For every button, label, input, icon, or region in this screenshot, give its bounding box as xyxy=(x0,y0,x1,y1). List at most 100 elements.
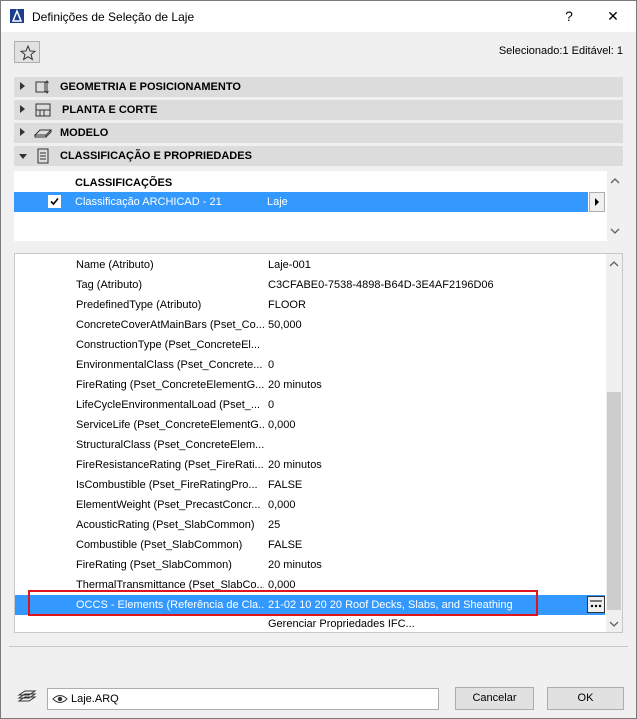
property-value[interactable]: 0 xyxy=(268,359,274,371)
scroll-thumb[interactable] xyxy=(607,392,621,610)
property-value[interactable]: FLOOR xyxy=(268,299,306,311)
selection-info: Selecionado:1 Editável: 1 xyxy=(498,45,623,57)
floor-plan-icon xyxy=(35,103,51,117)
properties-panel: Name (Atributo) Laje-001 Tag (Atributo) C3C… xyxy=(14,253,623,633)
layer-select[interactable]: Laje.ARQ xyxy=(47,688,439,710)
property-row[interactable]: EnvironmentalClass (Pset_Concrete... 0 xyxy=(15,355,605,375)
archicad-app-icon xyxy=(10,9,24,23)
property-value[interactable]: FALSE xyxy=(268,539,302,551)
title-bar: Definições de Seleção de Laje ? ✕ xyxy=(1,1,636,32)
footer-divider xyxy=(9,646,628,647)
property-name: Name (Atributo) xyxy=(76,259,154,271)
manage-properties-row[interactable]: Gerenciar Propriedades IFC... xyxy=(15,614,622,634)
property-name: FireRating (Pset_ConcreteElementG... xyxy=(76,379,264,391)
property-name: StructuralClass (Pset_ConcreteElem... xyxy=(76,439,264,451)
close-button[interactable]: ✕ xyxy=(602,5,624,27)
more-options-button[interactable] xyxy=(587,596,605,613)
property-name: ConcreteCoverAtMainBars (Pset_Co... xyxy=(76,319,264,331)
property-value[interactable]: C3CFABE0-7538-4898-B64D-3E4AF2196D06 xyxy=(268,279,494,291)
property-row[interactable]: ConcreteCoverAtMainBars (Pset_Co... 50,00… xyxy=(15,315,605,335)
ok-button[interactable]: OK xyxy=(547,687,624,710)
document-icon xyxy=(37,148,49,164)
property-row[interactable]: FireRating (Pset_SlabCommon) 20 minutos xyxy=(15,555,605,575)
scroll-up-icon xyxy=(609,261,619,267)
property-name: Combustible (Pset_SlabCommon) xyxy=(76,539,243,551)
property-name: LifeCycleEnvironmentalLoad (Pset_... xyxy=(76,399,261,411)
property-row[interactable]: IsCombustible (Pset_FireRatingPro... FALS… xyxy=(15,475,605,495)
property-row[interactable]: Name (Atributo) Laje-001 xyxy=(15,255,605,275)
property-row[interactable]: StructuralClass (Pset_ConcreteElem... xyxy=(15,435,605,455)
eye-icon xyxy=(52,695,68,703)
properties-scrollbar[interactable] xyxy=(606,254,622,632)
slab-settings-dialog: Definições de Seleção de Laje ? ✕ Seleci… xyxy=(0,0,637,719)
expand-arrow-icon xyxy=(20,128,25,136)
layer-value: Laje.ARQ xyxy=(71,693,119,705)
property-value[interactable]: FALSE xyxy=(268,479,302,491)
property-value[interactable]: 0,000 xyxy=(268,419,296,431)
section-geometry[interactable]: GEOMETRIA E POSICIONAMENTO xyxy=(14,77,623,97)
layers-icon xyxy=(17,690,37,702)
property-value[interactable]: 0 xyxy=(268,399,274,411)
property-row[interactable]: Combustible (Pset_SlabCommon) FALSE xyxy=(15,535,605,555)
scroll-down-icon xyxy=(610,228,620,234)
arrow-right-icon xyxy=(595,198,599,206)
section-label: PLANTA E CORTE xyxy=(62,104,158,116)
property-value[interactable]: 50,000 xyxy=(268,319,302,331)
property-name: ServiceLife (Pset_ConcreteElementG... xyxy=(76,419,264,431)
property-value[interactable]: 20 minutos xyxy=(268,559,322,571)
property-row[interactable]: FireResistanceRating (Pset_FireRati... 20… xyxy=(15,455,605,475)
property-row[interactable]: PredefinedType (Atributo) FLOOR xyxy=(15,295,605,315)
property-name: EnvironmentalClass (Pset_Concrete... xyxy=(76,359,263,371)
property-row[interactable]: AcousticRating (Pset_SlabCommon) 25 xyxy=(15,515,605,535)
classification-browse-button[interactable] xyxy=(589,192,605,212)
classifications-header: CLASSIFICAÇÕES xyxy=(75,177,173,189)
property-name: IsCombustible (Pset_FireRatingPro... xyxy=(76,479,258,491)
star-icon xyxy=(20,45,36,61)
highlight-annotation xyxy=(28,590,538,616)
expand-arrow-icon xyxy=(20,105,25,113)
property-row[interactable]: LifeCycleEnvironmentalLoad (Pset_... 0 xyxy=(15,395,605,415)
property-value[interactable]: 25 xyxy=(268,519,280,531)
model-icon xyxy=(34,129,52,138)
section-label: CLASSIFICAÇÃO E PROPRIEDADES xyxy=(60,150,252,162)
section-model[interactable]: MODELO xyxy=(14,123,623,143)
property-name: FireResistanceRating (Pset_FireRati... xyxy=(76,459,264,471)
property-row[interactable]: FireRating (Pset_ConcreteElementG... 20 m… xyxy=(15,375,605,395)
manage-properties-link[interactable]: Gerenciar Propriedades IFC... xyxy=(268,618,415,630)
expand-arrow-icon xyxy=(20,82,25,90)
section-classification[interactable]: CLASSIFICAÇÃO E PROPRIEDADES xyxy=(14,146,623,166)
property-name: AcousticRating (Pset_SlabCommon) xyxy=(76,519,255,531)
property-name: ElementWeight (Pset_PrecastConcr... xyxy=(76,499,261,511)
scroll-down-icon xyxy=(609,621,619,627)
property-value[interactable]: 0,000 xyxy=(268,499,296,511)
classification-name: Classificação ARCHICAD - 21 xyxy=(75,196,222,208)
property-row[interactable]: ServiceLife (Pset_ConcreteElementG... 0,0… xyxy=(15,415,605,435)
section-label: GEOMETRIA E POSICIONAMENTO xyxy=(60,81,241,93)
property-value[interactable]: 20 minutos xyxy=(268,459,322,471)
help-button[interactable]: ? xyxy=(558,5,580,27)
property-value[interactable]: 20 minutos xyxy=(268,379,322,391)
checkmark-icon xyxy=(50,197,59,206)
classifications-scrollbar[interactable] xyxy=(607,171,623,241)
section-label: MODELO xyxy=(60,127,109,139)
classification-value: Laje xyxy=(267,196,288,208)
scroll-up-icon xyxy=(610,178,620,184)
property-name: Tag (Atributo) xyxy=(76,279,143,291)
classification-checkbox[interactable] xyxy=(48,195,61,208)
collapse-arrow-icon xyxy=(19,154,27,159)
classifications-panel: CLASSIFICAÇÕES Classificação ARCHICAD - … xyxy=(14,171,623,241)
property-row[interactable]: ConstructionType (Pset_ConcreteEl... xyxy=(15,335,605,355)
section-floor-plan[interactable]: PLANTA E CORTE xyxy=(14,100,623,120)
property-value[interactable]: Laje-001 xyxy=(268,259,311,271)
property-row[interactable]: Tag (Atributo) C3CFABE0-7538-4898-B64D-3E… xyxy=(15,275,605,295)
property-name: PredefinedType (Atributo) xyxy=(76,299,202,311)
property-name: FireRating (Pset_SlabCommon) xyxy=(76,559,232,571)
cancel-button[interactable]: Cancelar xyxy=(455,687,534,710)
property-row[interactable]: ElementWeight (Pset_PrecastConcr... 0,000 xyxy=(15,495,605,515)
geometry-icon xyxy=(35,80,49,94)
property-name: ConstructionType (Pset_ConcreteEl... xyxy=(76,339,261,351)
classification-row[interactable]: Classificação ARCHICAD - 21 Laje xyxy=(14,192,588,212)
window-title: Definições de Seleção de Laje xyxy=(32,10,195,24)
ellipsis-icon xyxy=(590,600,602,608)
favorites-button[interactable] xyxy=(14,41,40,63)
